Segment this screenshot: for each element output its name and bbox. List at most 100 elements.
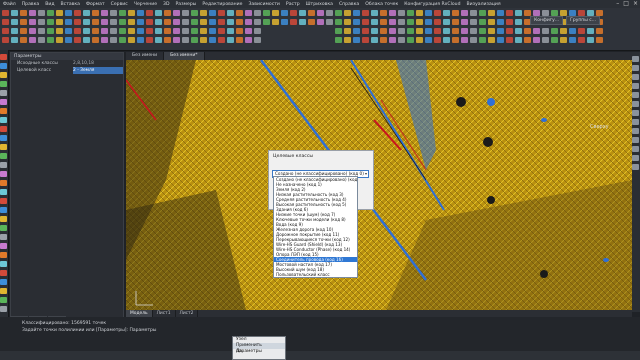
- toolbar-button[interactable]: [29, 37, 36, 43]
- nav-tool-icon[interactable]: [632, 56, 639, 62]
- tool-icon[interactable]: [0, 288, 7, 294]
- toolbar-button[interactable]: [434, 10, 441, 16]
- toolbar-button[interactable]: [110, 28, 117, 34]
- toolbar-button[interactable]: [362, 37, 369, 43]
- toolbar-button[interactable]: [128, 37, 135, 43]
- toolbar-button[interactable]: [335, 19, 342, 25]
- toolbar-button[interactable]: [497, 28, 504, 34]
- toolbar-button[interactable]: [353, 28, 360, 34]
- toolbar-button[interactable]: [218, 28, 225, 34]
- toolbar-button[interactable]: [191, 28, 198, 34]
- toolbar-button[interactable]: [362, 28, 369, 34]
- toolbar-button[interactable]: [407, 19, 414, 25]
- toolbar-button[interactable]: [74, 19, 81, 25]
- toolbar-button[interactable]: [11, 37, 18, 43]
- toolbar-button[interactable]: [254, 28, 261, 34]
- toolbar-button[interactable]: [272, 10, 279, 16]
- toolbar-button[interactable]: [182, 10, 189, 16]
- toolbar-button[interactable]: [470, 37, 477, 43]
- toolbar-button[interactable]: [353, 19, 360, 25]
- toolbar-button[interactable]: [389, 19, 396, 25]
- tool-icon[interactable]: [0, 207, 7, 213]
- toolbar-button[interactable]: [281, 10, 288, 16]
- toolbar-button[interactable]: [29, 19, 36, 25]
- menu-item[interactable]: Формат: [83, 2, 108, 7]
- close-icon[interactable]: ×: [633, 0, 638, 7]
- toolbar-button[interactable]: [227, 28, 234, 34]
- menu-item[interactable]: 3D: [160, 2, 172, 7]
- toolbar-button[interactable]: [20, 37, 27, 43]
- tool-icon[interactable]: [0, 261, 7, 267]
- toolbar-button[interactable]: [461, 10, 468, 16]
- toolbar-button[interactable]: [92, 19, 99, 25]
- tool-icon[interactable]: [0, 225, 7, 231]
- toolbar-button[interactable]: [290, 19, 297, 25]
- toolbar-button[interactable]: [317, 19, 324, 25]
- toolbar-button[interactable]: [353, 10, 360, 16]
- toolbar-button[interactable]: [83, 19, 90, 25]
- toolbar-button[interactable]: [416, 28, 423, 34]
- toolbar-button[interactable]: [218, 19, 225, 25]
- toolbar-button[interactable]: [155, 28, 162, 34]
- toolbar-button[interactable]: [596, 37, 603, 43]
- toolbar-button[interactable]: [461, 19, 468, 25]
- toolbar-button[interactable]: [137, 19, 144, 25]
- toolbar-button[interactable]: [416, 10, 423, 16]
- tool-icon[interactable]: [0, 54, 7, 60]
- toolbar-button[interactable]: [335, 28, 342, 34]
- tool-icon[interactable]: [0, 81, 7, 87]
- toolbar-button[interactable]: [164, 37, 171, 43]
- toolbar-button[interactable]: [209, 28, 216, 34]
- nav-tool-icon[interactable]: [632, 128, 639, 134]
- toolbar-button[interactable]: [542, 37, 549, 43]
- nav-tool-icon[interactable]: [632, 92, 639, 98]
- point-cloud-viewport[interactable]: Сверху: [126, 60, 632, 310]
- toolbar-button[interactable]: [542, 28, 549, 34]
- tool-icon[interactable]: [0, 189, 7, 195]
- config-combo[interactable]: Конфигу...: [530, 16, 564, 25]
- prop-row-target[interactable]: Целевой класс 2 - Земля: [11, 67, 123, 74]
- toolbar-button[interactable]: [245, 19, 252, 25]
- toolbar-button[interactable]: [191, 37, 198, 43]
- toolbar-button[interactable]: [263, 19, 270, 25]
- toolbar-button[interactable]: [551, 37, 558, 43]
- menu-item[interactable]: Редактирование: [199, 2, 245, 7]
- toolbar-button[interactable]: [515, 28, 522, 34]
- toolbar-button[interactable]: [227, 10, 234, 16]
- toolbar-button[interactable]: [479, 28, 486, 34]
- toolbar-button[interactable]: [110, 10, 117, 16]
- toolbar-button[interactable]: [200, 28, 207, 34]
- tool-icon[interactable]: [0, 144, 7, 150]
- toolbar-button[interactable]: [245, 10, 252, 16]
- toolbar-button[interactable]: [92, 10, 99, 16]
- chevron-down-icon[interactable]: ▾: [365, 171, 367, 177]
- toolbar-button[interactable]: [173, 19, 180, 25]
- toolbar-button[interactable]: [587, 37, 594, 43]
- toolbar-button[interactable]: [146, 28, 153, 34]
- toolbar-button[interactable]: [56, 37, 63, 43]
- nav-tool-icon[interactable]: [632, 137, 639, 143]
- toolbar-button[interactable]: [461, 28, 468, 34]
- toolbar-button[interactable]: [452, 19, 459, 25]
- toolbar-button[interactable]: [398, 10, 405, 16]
- toolbar-button[interactable]: [569, 28, 576, 34]
- doc-tab[interactable]: Без имени: [126, 52, 165, 60]
- toolbar-button[interactable]: [254, 37, 261, 43]
- toolbar-button[interactable]: [497, 37, 504, 43]
- toolbar-button[interactable]: [173, 10, 180, 16]
- toolbar-button[interactable]: [128, 28, 135, 34]
- toolbar-button[interactable]: [398, 19, 405, 25]
- menu-item[interactable]: Штриховка: [303, 2, 336, 7]
- menu-item[interactable]: Облака точек: [362, 2, 401, 7]
- tool-icon[interactable]: [0, 270, 7, 276]
- toolbar-button[interactable]: [452, 37, 459, 43]
- toolbar-button[interactable]: [236, 19, 243, 25]
- toolbar-button[interactable]: [425, 37, 432, 43]
- toolbar-button[interactable]: [209, 19, 216, 25]
- toolbar-button[interactable]: [200, 10, 207, 16]
- tool-icon[interactable]: [0, 90, 7, 96]
- toolbar-button[interactable]: [56, 28, 63, 34]
- tool-icon[interactable]: [0, 234, 7, 240]
- menu-item[interactable]: Сервис: [108, 2, 131, 7]
- toolbar-button[interactable]: [236, 10, 243, 16]
